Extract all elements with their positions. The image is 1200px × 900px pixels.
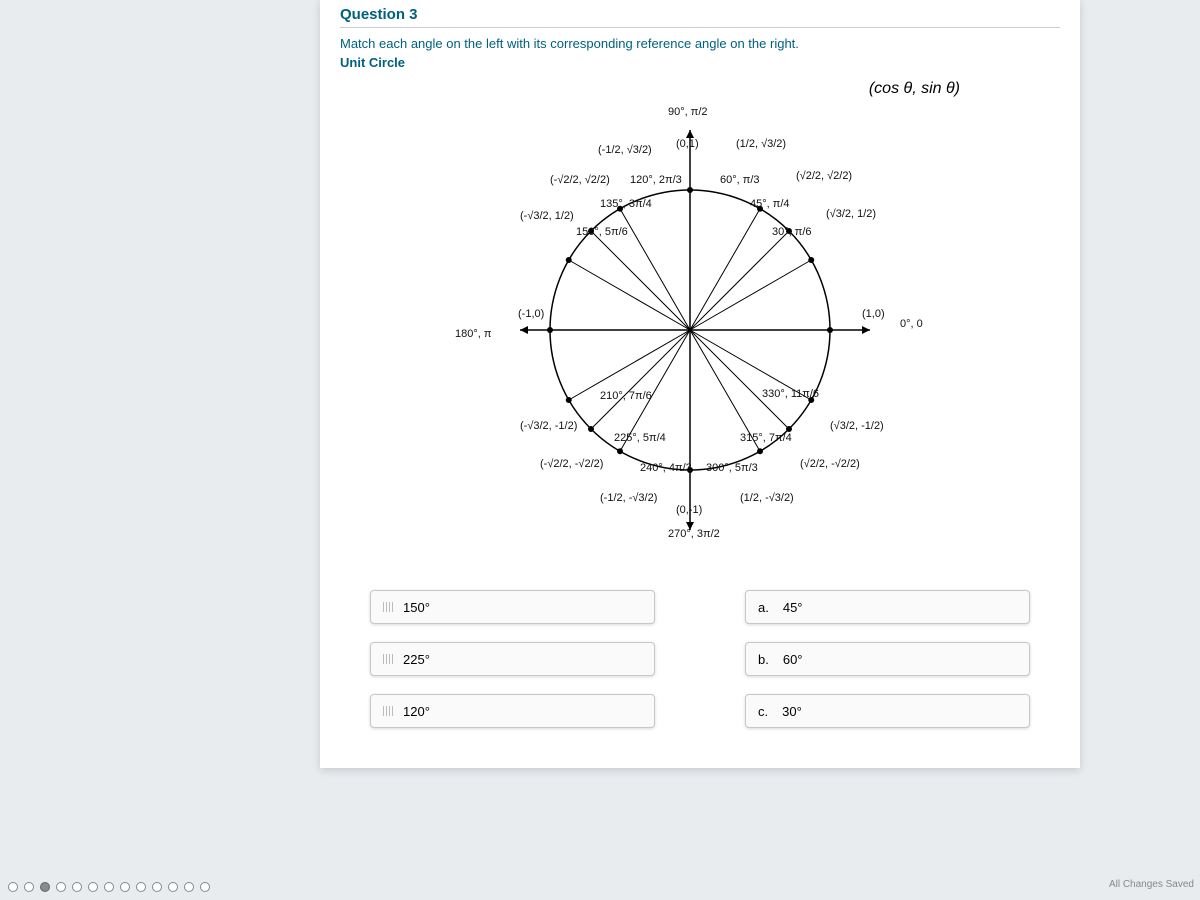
question-instruction: Match each angle on the left with its co… [340,36,1060,51]
label-135: 135°, 3π/4 [600,198,652,210]
label-0-m1: (0,-1) [676,504,702,516]
match-item-120[interactable]: 120° [370,694,655,728]
nav-dot[interactable] [184,882,194,892]
nav-dot[interactable] [24,882,34,892]
label-240: 240°, 4π/3 [640,462,692,474]
coord-45: (√2/2, √2/2) [796,170,852,182]
label-210: 210°, 7π/6 [600,390,652,402]
question-header: Question 3 [340,0,1060,28]
nav-dot[interactable] [168,882,178,892]
nav-dot[interactable] [8,882,18,892]
label-60: 60°, π/3 [720,174,760,186]
drag-handle-icon [383,706,393,716]
saved-indicator: All Changes Saved [1109,879,1194,890]
coord-150: (-√3/2, 1/2) [520,210,574,222]
match-area: 150° 225° 120° a. 45° b. 60° c. 30° [340,590,1060,728]
unit-circle-figure: (cos θ, sin θ) [400,80,1000,570]
label-m1-0: (-1,0) [518,308,544,320]
label-300: 300°, 5π/3 [706,462,758,474]
coord-315: (√2/2, -√2/2) [800,458,860,470]
coord-120: (-1/2, √3/2) [598,144,652,156]
label-90: 90°, π/2 [668,106,708,118]
match-letter: c. [758,704,768,719]
drag-handle-icon [383,602,393,612]
coord-135: (-√2/2, √2/2) [550,174,610,186]
question-subtitle: Unit Circle [340,55,1060,70]
match-label: 150° [403,600,430,615]
coord-300: (1/2, -√3/2) [740,492,794,504]
nav-dot[interactable] [152,882,162,892]
coord-60: (1/2, √3/2) [736,138,786,150]
coord-210: (-√3/2, -1/2) [520,420,577,432]
match-label: 120° [403,704,430,719]
match-letter: b. [758,652,769,667]
match-label: 60° [783,652,803,667]
cos-sin-label: (cos θ, sin θ) [869,80,960,98]
nav-dot[interactable] [72,882,82,892]
label-0deg: 0°, 0 [900,318,923,330]
match-right-column: a. 45° b. 60° c. 30° [745,590,1030,728]
match-left-column: 150° 225° 120° [370,590,655,728]
label-180: 180°, π [455,328,491,340]
question-nav-dots [8,882,210,892]
nav-dot[interactable] [40,882,50,892]
coord-30: (√3/2, 1/2) [826,208,876,220]
match-item-225[interactable]: 225° [370,642,655,676]
label-315: 315°, 7π/4 [740,432,792,444]
match-item-150[interactable]: 150° [370,590,655,624]
label-330: 330°, 11π/6 [762,388,819,400]
nav-dot[interactable] [56,882,66,892]
nav-dot[interactable] [136,882,146,892]
nav-dot[interactable] [120,882,130,892]
question-title: Question 3 [340,6,1060,23]
match-label: 30° [782,704,802,719]
match-label: 225° [403,652,430,667]
question-card: Question 3 Match each angle on the left … [320,0,1080,768]
label-120: 120°, 2π/3 [630,174,682,186]
unit-circle-svg [410,100,970,560]
match-letter: a. [758,600,769,615]
match-label: 45° [783,600,803,615]
nav-dot[interactable] [104,882,114,892]
match-target-c[interactable]: c. 30° [745,694,1030,728]
match-target-a[interactable]: a. 45° [745,590,1030,624]
coord-330: (√3/2, -1/2) [830,420,884,432]
label-30: 30°, π/6 [772,226,812,238]
match-target-b[interactable]: b. 60° [745,642,1030,676]
label-150: 150°, 5π/6 [576,226,628,238]
coord-225: (-√2/2, -√2/2) [540,458,603,470]
nav-dot[interactable] [200,882,210,892]
nav-dot[interactable] [88,882,98,892]
label-225: 225°, 5π/4 [614,432,666,444]
drag-handle-icon [383,654,393,664]
label-0-1: (0,1) [676,138,699,150]
label-270: 270°, 3π/2 [668,528,720,540]
coord-240: (-1/2, -√3/2) [600,492,657,504]
label-45: 45°, π/4 [750,198,790,210]
label-1-0: (1,0) [862,308,885,320]
